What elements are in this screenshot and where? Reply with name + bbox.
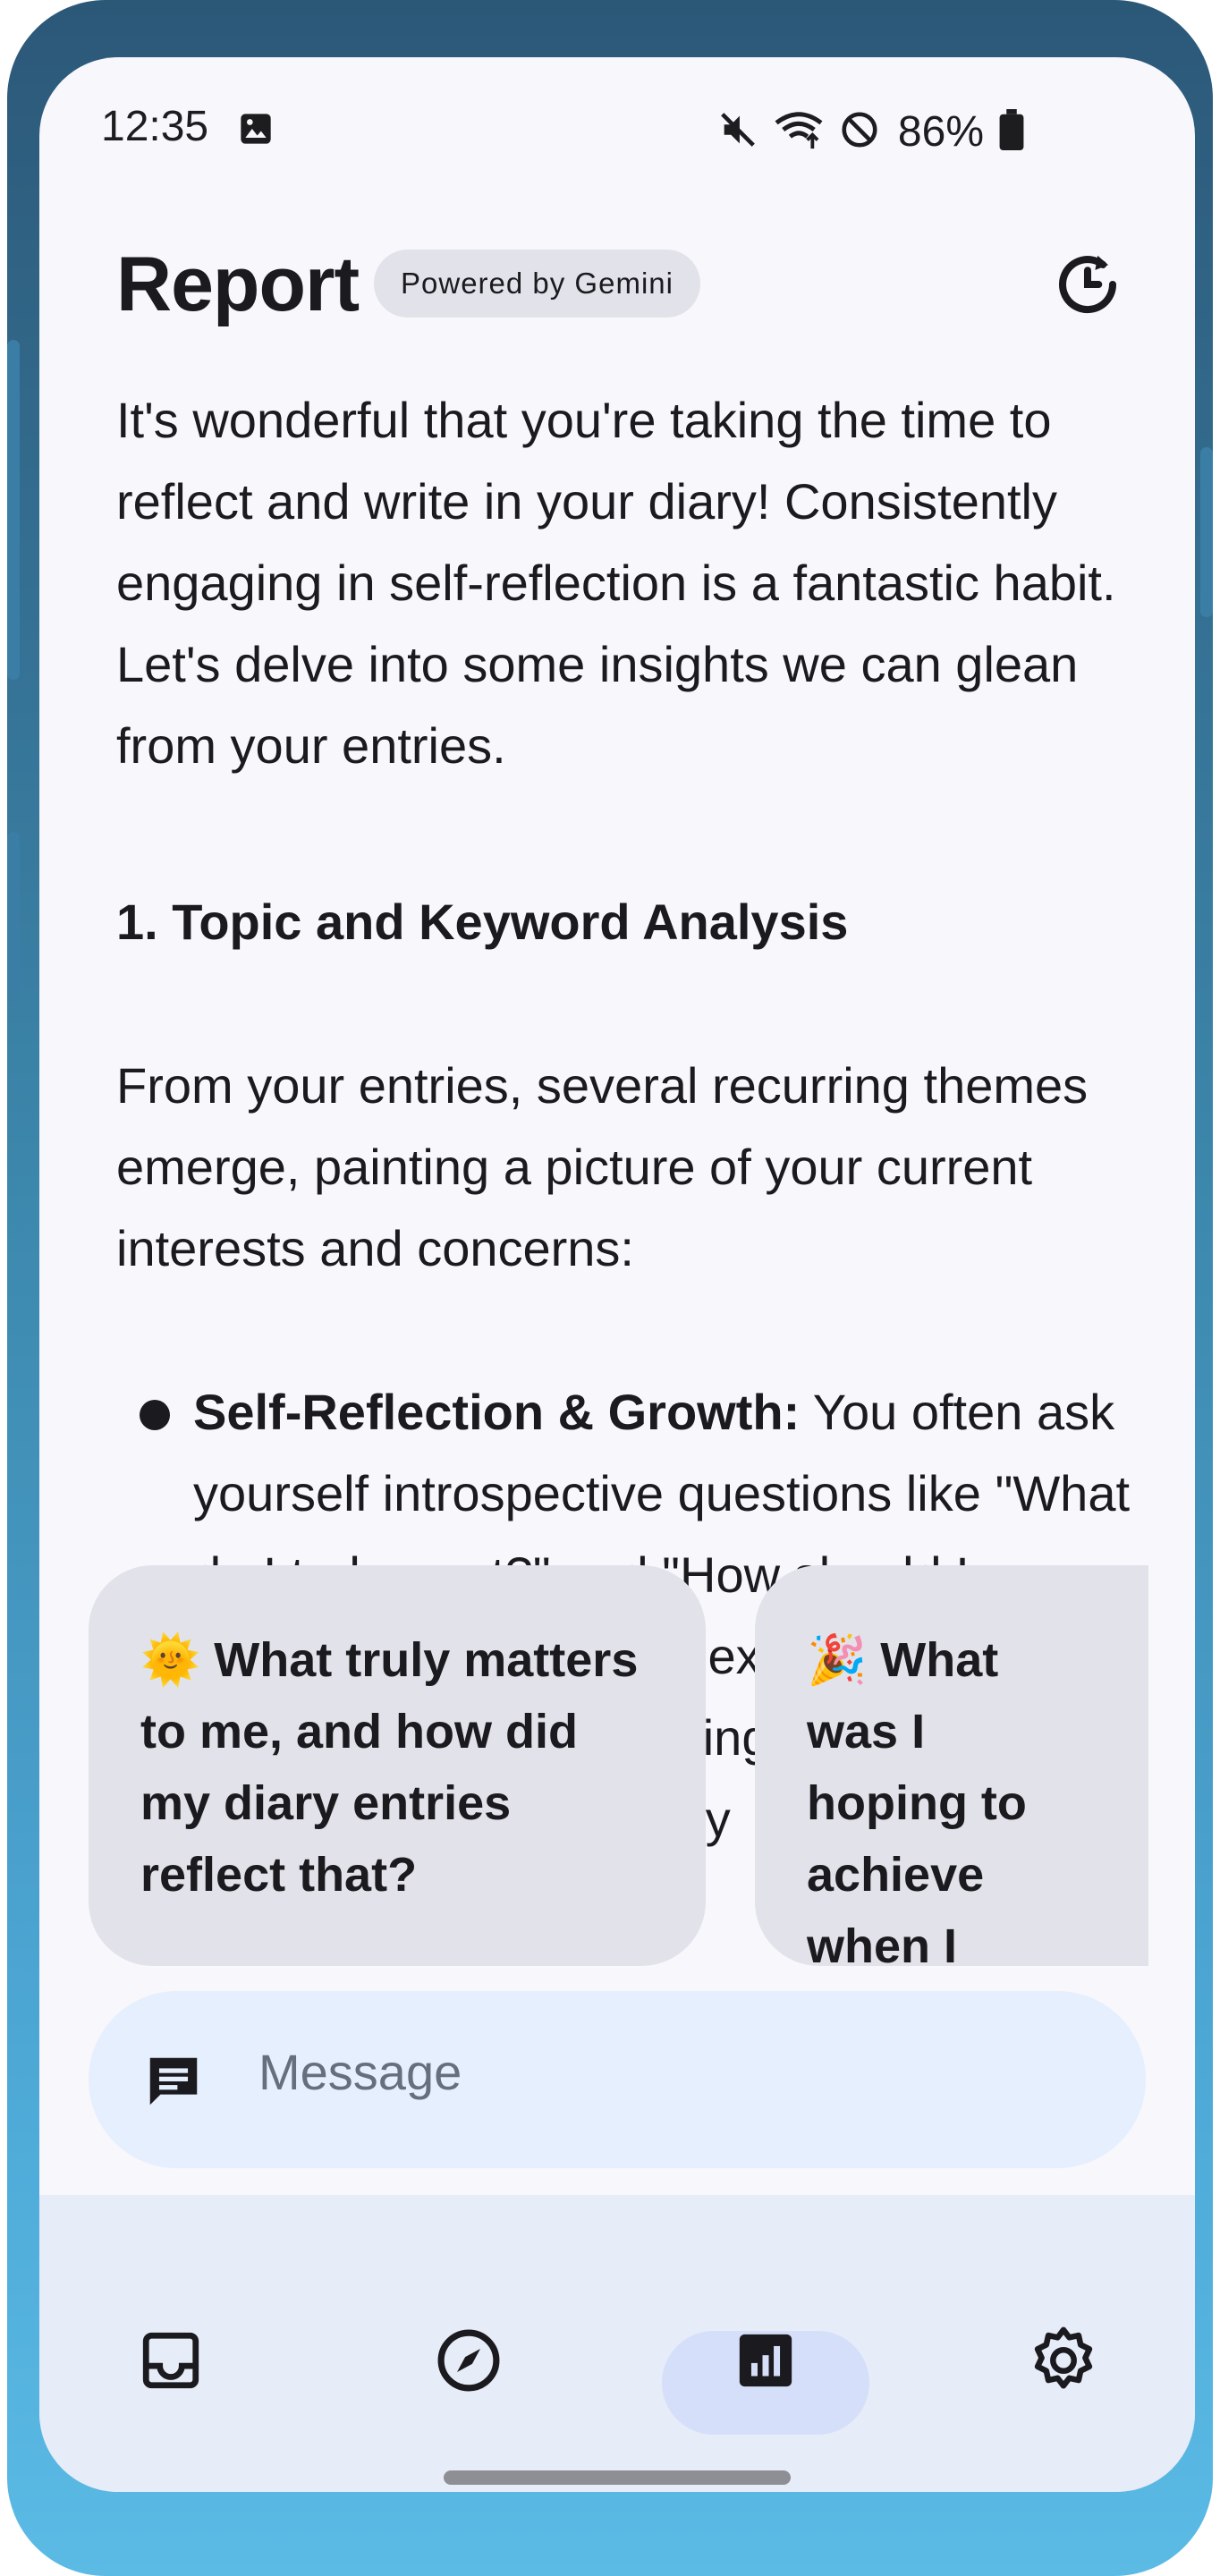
suggestion-chip[interactable]: 🎉 What was I hoping to achieve when I st…	[755, 1565, 1148, 1966]
bullet-dot	[140, 1400, 170, 1430]
power-button	[1200, 447, 1213, 617]
battery-icon	[998, 109, 1025, 155]
status-bar: 12:35 86%	[39, 57, 1195, 200]
nav-item-report[interactable]	[725, 2320, 806, 2401]
party-emoji: 🎉	[807, 1633, 868, 1687]
bottom-nav	[39, 2195, 1195, 2492]
battery-percentage: 86%	[897, 108, 984, 156]
message-placeholder: Message	[258, 2044, 462, 2100]
suggestion-text: What truly matters to me, and how did my…	[140, 1633, 639, 1902]
mute-icon	[717, 109, 758, 155]
section-heading: 1. Topic and Keyword Analysis	[116, 894, 849, 950]
sun-emoji: 🌞	[140, 1633, 201, 1687]
history-icon	[1059, 255, 1117, 314]
section-intro: From your entries, several recurring the…	[116, 1057, 1089, 1276]
do-not-disturb-icon	[839, 109, 880, 155]
inbox-icon	[142, 2332, 199, 2389]
compass-icon	[437, 2329, 500, 2392]
home-indicator[interactable]	[444, 2470, 791, 2485]
page-title: Report	[116, 242, 360, 327]
device-frame: 12:35 86% Report Powered by Gemini It's …	[7, 0, 1213, 2576]
nav-item-settings[interactable]	[1023, 2320, 1104, 2401]
powered-by-badge: Powered by Gemini	[374, 250, 700, 318]
message-icon	[142, 2050, 205, 2117]
image-icon	[238, 111, 274, 151]
gear-icon	[1034, 2326, 1093, 2389]
status-time: 12:35	[101, 103, 209, 150]
side-button	[7, 832, 20, 1002]
message-input[interactable]: Message	[89, 1991, 1146, 2168]
bullet-label: Self-Reflection & Growth:	[193, 1384, 801, 1440]
nav-item-explore[interactable]	[428, 2320, 509, 2401]
status-icons: 86%	[717, 107, 1025, 157]
app-screen: 12:35 86% Report Powered by Gemini It's …	[39, 57, 1195, 2492]
report-intro: It's wonderful that you're taking the ti…	[116, 392, 1116, 774]
volume-button	[7, 340, 20, 680]
history-button[interactable]	[1050, 247, 1125, 322]
suggestion-chip[interactable]: 🌞 What truly matters to me, and how did …	[89, 1565, 706, 1966]
bar-chart-icon	[739, 2334, 792, 2387]
nav-item-inbox[interactable]	[131, 2320, 211, 2401]
wifi-icon	[773, 109, 825, 155]
